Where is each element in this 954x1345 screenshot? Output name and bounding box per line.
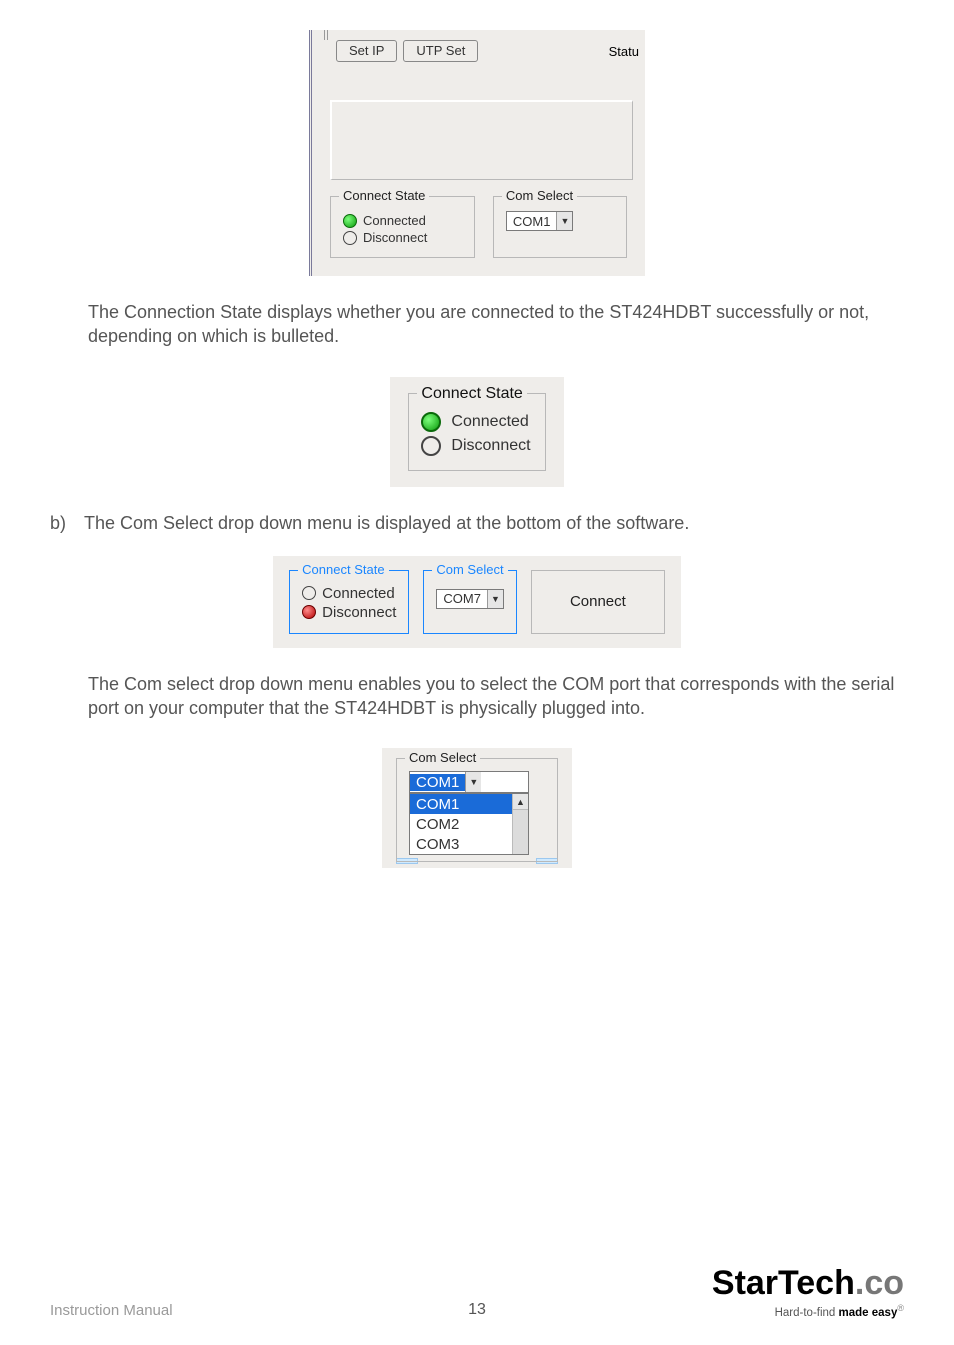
chevron-down-icon[interactable]: ▼ bbox=[556, 212, 572, 230]
page-number: 13 bbox=[468, 1301, 486, 1319]
list-item[interactable]: COM1 bbox=[410, 794, 528, 814]
connect-button-label: Connect bbox=[570, 593, 626, 610]
label-disconnect: Disconnect bbox=[322, 604, 396, 621]
window-notch bbox=[324, 30, 328, 40]
com-select-group: Com Select COM1 ▼ bbox=[493, 196, 627, 258]
connect-button[interactable]: Connect bbox=[531, 570, 665, 634]
figure-com-select-open: Com Select COM1 ▼ COM1 COM2 COM3 ▲ bbox=[382, 748, 572, 868]
paragraph: The Com select drop down menu enables yo… bbox=[88, 672, 904, 721]
tab-status-clipped[interactable]: Statu bbox=[609, 44, 645, 59]
connect-state-legend: Connect State bbox=[298, 562, 388, 577]
label-disconnect: Disconnect bbox=[451, 437, 530, 455]
scroll-track[interactable] bbox=[513, 810, 528, 854]
tab-set-ip[interactable]: Set IP bbox=[336, 40, 397, 62]
com-select-dropdown[interactable]: COM7 ▼ bbox=[436, 589, 504, 609]
com-select-legend: Com Select bbox=[405, 750, 480, 765]
chevron-up-icon[interactable]: ▲ bbox=[513, 794, 528, 810]
figure-toolbar-and-state: Set IP UTP Set Statu Connect State Conne… bbox=[309, 30, 645, 276]
tagline-a: Hard-to-find bbox=[775, 1307, 839, 1319]
label-disconnect: Disconnect bbox=[363, 230, 427, 245]
chevron-down-icon[interactable]: ▼ bbox=[487, 590, 503, 608]
brand-part-c: .co bbox=[855, 1264, 904, 1302]
connect-state-group: Connect State Connected Disconnect bbox=[330, 196, 475, 258]
scrollbar[interactable]: ▲ bbox=[512, 794, 528, 854]
com-select-value: COM1 bbox=[507, 214, 557, 229]
list-item[interactable]: COM3 bbox=[410, 834, 528, 854]
brand-part-b: Tech bbox=[778, 1264, 855, 1302]
registered-icon: ® bbox=[897, 1303, 904, 1313]
connect-state-group: Connect State Connected Disconnect bbox=[289, 570, 409, 634]
com-select-listbox[interactable]: COM1 COM2 COM3 ▲ bbox=[409, 793, 529, 855]
list-text-b: The Com Select drop down menu is display… bbox=[84, 513, 689, 534]
label-connected: Connected bbox=[451, 413, 528, 431]
led-disconnect-icon bbox=[343, 231, 357, 245]
brand-part-a: Star bbox=[712, 1264, 778, 1302]
com-select-legend: Com Select bbox=[432, 562, 507, 577]
label-connected: Connected bbox=[322, 585, 395, 602]
led-connected-icon bbox=[302, 586, 316, 600]
chevron-down-icon[interactable]: ▼ bbox=[465, 772, 481, 792]
list-item[interactable]: COM2 bbox=[410, 814, 528, 834]
com-select-value: COM1 bbox=[410, 774, 465, 791]
figure-connect-state-closeup: Connect State Connected Disconnect bbox=[390, 377, 563, 487]
figure-com-select-row: Connect State Connected Disconnect Com S… bbox=[273, 556, 681, 648]
tab-utp-set[interactable]: UTP Set bbox=[403, 40, 478, 62]
connect-state-legend: Connect State bbox=[339, 188, 429, 203]
com-select-legend: Com Select bbox=[502, 188, 577, 203]
com-select-group: Com Select COM7 ▼ bbox=[423, 570, 517, 634]
led-connected-icon bbox=[343, 214, 357, 228]
footer-instruction-manual: Instruction Manual bbox=[50, 1302, 173, 1319]
com-select-value: COM7 bbox=[437, 591, 487, 606]
com-select-dropdown[interactable]: COM1 ▼ bbox=[506, 211, 574, 231]
tagline-b: made easy bbox=[839, 1307, 898, 1319]
list-marker-b: b) bbox=[50, 513, 76, 534]
content-panel bbox=[330, 100, 633, 180]
com-select-dropdown[interactable]: COM1 ▼ bbox=[409, 771, 529, 793]
connect-state-legend: Connect State bbox=[417, 385, 526, 403]
paragraph: The Connection State displays whether yo… bbox=[88, 300, 904, 349]
led-connected-icon bbox=[421, 412, 441, 432]
label-connected: Connected bbox=[363, 213, 426, 228]
brand-logo: StarTech.co Hard-to-find made easy® bbox=[712, 1266, 904, 1319]
led-disconnect-icon bbox=[302, 605, 316, 619]
led-disconnect-icon bbox=[421, 436, 441, 456]
